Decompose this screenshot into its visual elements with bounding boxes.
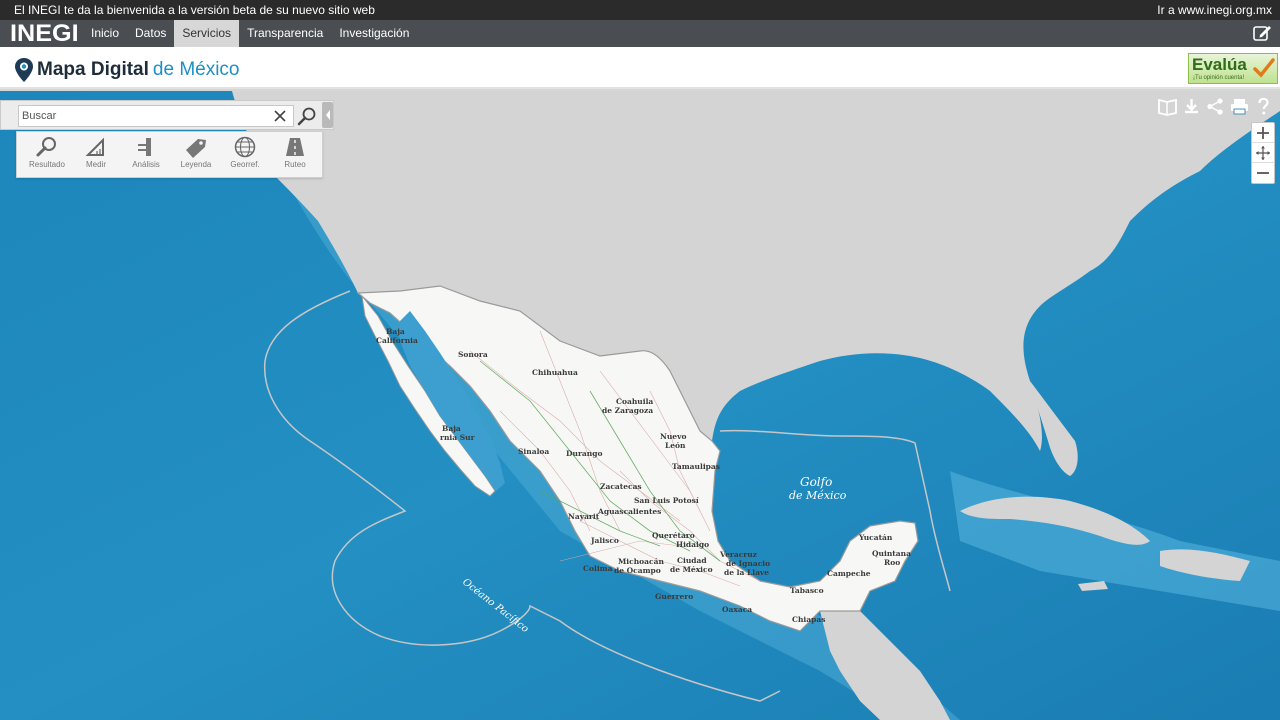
- state-label-baja-california-sur-2: rnia Sur: [440, 433, 476, 442]
- state-label-quintana-roo: Quintana: [872, 549, 911, 558]
- state-label-sinaloa: Sinaloa: [518, 447, 549, 456]
- nav-item-transparencia[interactable]: Transparencia: [239, 20, 331, 47]
- state-label-chihuahua: Chihuahua: [532, 368, 578, 377]
- globe-icon: [234, 136, 256, 158]
- welcome-message: El INEGI te da la bienvenida a la versió…: [14, 3, 375, 17]
- state-label-hidalgo: Hidalgo: [676, 540, 709, 549]
- pan-icon: [1256, 145, 1270, 160]
- tool-ruteo-label: Ruteo: [284, 160, 306, 169]
- nav-menu: Inicio Datos Servicios Transparencia Inv…: [83, 20, 417, 47]
- state-label-jalisco: Jalisco: [590, 536, 619, 545]
- main-nav: INEGI Inicio Datos Servicios Transparenc…: [0, 20, 1280, 47]
- checkmark-icon: [1253, 58, 1275, 78]
- tool-medir-label: Medir: [85, 160, 106, 169]
- evalua-subtitle: ¡Tu opinión cuenta!: [1193, 75, 1245, 81]
- nav-item-datos[interactable]: Datos: [127, 20, 174, 47]
- state-label-yucatan: Yucatán: [858, 533, 893, 542]
- state-label-veracruz: Veracruz: [719, 550, 757, 559]
- state-label-campeche: Campeche: [827, 569, 871, 578]
- state-label-guerrero: Guerrero: [655, 592, 693, 601]
- nav-item-inicio[interactable]: Inicio: [83, 20, 127, 47]
- state-label-veracruz-2: de Ignacio: [726, 559, 770, 568]
- state-label-veracruz-3: de la Llave: [724, 568, 769, 577]
- state-label-tabasco: Tabasco: [790, 586, 824, 595]
- state-label-sonora: Sonora: [458, 350, 488, 359]
- download-icon[interactable]: [1181, 97, 1202, 116]
- gulf-label-line2: de México: [789, 489, 847, 502]
- app-title-main: Mapa Digital: [37, 59, 149, 80]
- state-label-tamaulipas: Tamaulipas: [672, 462, 720, 471]
- state-label-oaxaca: Oaxaca: [722, 605, 752, 614]
- state-label-aguascalientes: Aguascalientes: [597, 507, 661, 516]
- state-label-nuevo-leon-2: León: [665, 441, 686, 450]
- zoom-out-icon: [1257, 172, 1269, 174]
- tool-analisis-label: Análisis: [132, 160, 160, 169]
- road-icon: [286, 138, 304, 156]
- map-svg[interactable]: Baja California Sonora Chihuahua Coahuil…: [0, 91, 1280, 720]
- state-label-cdmx-2: de México: [670, 565, 713, 574]
- zoom-out-button[interactable]: [1252, 163, 1274, 183]
- ruler-triangle-icon: [85, 137, 104, 156]
- state-label-chiapas: Chiapas: [792, 615, 825, 624]
- collapse-panel-tab[interactable]: [322, 102, 333, 128]
- state-label-baja-california-sur: Baja: [442, 424, 461, 433]
- tool-panel: Resultado Medir Análisis Leyenda Georref…: [16, 131, 323, 178]
- app-header: Mapa Digital de México Evalúa ¡Tu opinión…: [0, 47, 1280, 89]
- state-label-baja-california: Baja: [386, 327, 405, 336]
- state-label-zacatecas: Zacatecas: [600, 482, 642, 491]
- tool-analisis[interactable]: Análisis: [123, 134, 169, 176]
- gulf-label-line1: Golfo: [800, 475, 832, 489]
- state-label-quintana-roo-2: Roo: [884, 558, 900, 567]
- state-label-coahuila-2: de Zaragoza: [602, 406, 653, 415]
- map-layers-icon[interactable]: [1157, 97, 1178, 116]
- state-label-michoacan-2: de Ocampo: [614, 566, 661, 575]
- tool-resultado[interactable]: Resultado: [24, 134, 70, 176]
- magnifier-icon: [36, 137, 56, 157]
- map-toolbar: [1157, 97, 1274, 116]
- zoom-controls: [1251, 122, 1275, 184]
- tool-medir[interactable]: Medir: [73, 134, 119, 176]
- close-icon[interactable]: [272, 108, 288, 124]
- map-pin-icon: [15, 58, 33, 82]
- announcement-bar: El INEGI te da la bienvenida a la versió…: [0, 0, 1280, 20]
- zoom-in-icon: [1257, 126, 1269, 139]
- inegi-logo[interactable]: INEGI: [10, 22, 79, 46]
- tool-leyenda[interactable]: Leyenda: [173, 134, 219, 176]
- nav-item-investigacion[interactable]: Investigación: [331, 20, 417, 47]
- tool-georref-label: Georref.: [230, 160, 260, 169]
- tool-leyenda-label: Leyenda: [180, 160, 212, 169]
- print-icon[interactable]: [1229, 97, 1250, 116]
- state-label-baja-california-2: California: [376, 336, 418, 345]
- tool-georref[interactable]: Georref.: [222, 134, 268, 176]
- pan-button[interactable]: [1252, 143, 1274, 163]
- search-icon[interactable]: [296, 106, 318, 126]
- analysis-icon: [138, 138, 151, 156]
- state-label-coahuila: Coahuila: [616, 397, 653, 406]
- evalua-button[interactable]: Evalúa ¡Tu opinión cuenta!: [1188, 53, 1278, 84]
- state-label-san-luis-potosi: San Luis Potosí: [634, 496, 699, 505]
- tool-ruteo[interactable]: Ruteo: [272, 134, 318, 176]
- state-label-cdmx: Ciudad: [677, 556, 707, 565]
- map-canvas[interactable]: Baja California Sonora Chihuahua Coahuil…: [0, 91, 1280, 720]
- help-icon[interactable]: [1253, 97, 1274, 116]
- state-label-michoacan: Michoacán: [618, 557, 664, 566]
- app-title-sub: de México: [152, 59, 240, 80]
- state-label-colima: Colima: [583, 564, 613, 573]
- edit-icon[interactable]: [1252, 23, 1272, 43]
- evalua-label: Evalúa: [1192, 55, 1247, 74]
- search-panel: [0, 100, 334, 130]
- tool-resultado-label: Resultado: [28, 160, 66, 169]
- state-label-durango: Durango: [566, 449, 602, 458]
- tag-icon: [186, 139, 206, 158]
- app-title: Mapa Digital de México: [37, 59, 240, 81]
- search-input[interactable]: [18, 105, 294, 127]
- nav-item-servicios[interactable]: Servicios: [174, 20, 240, 47]
- state-label-nayarit: Nayarit: [568, 512, 600, 521]
- zoom-in-button[interactable]: [1252, 123, 1274, 143]
- share-icon[interactable]: [1205, 97, 1226, 116]
- inegi-site-link[interactable]: Ir a www.inegi.org.mx: [1157, 0, 1272, 20]
- state-label-nuevo-leon: Nuevo: [660, 432, 686, 441]
- state-label-queretaro: Querétaro: [652, 531, 695, 540]
